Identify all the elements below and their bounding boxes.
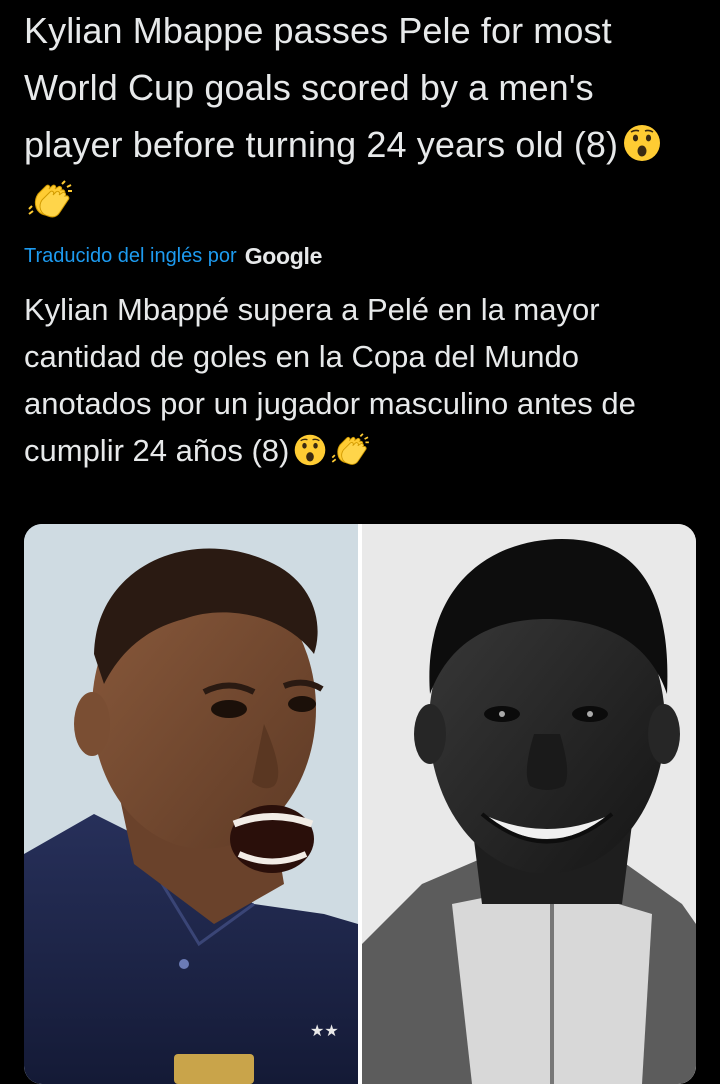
mbappe-photo-illustration: ★★ (24, 524, 358, 1084)
google-logo: Google (244, 242, 323, 269)
translation-attribution[interactable]: Traducido del inglés por Google (24, 238, 322, 274)
tweet-media[interactable]: ★★ (24, 524, 696, 1084)
clapping-hands-emoji-icon (331, 433, 371, 467)
tweet-translated-text-content: Kylian Mbappé supera a Pelé en la mayor … (24, 292, 636, 468)
tweet: Kylian Mbappe passes Pele for most World… (0, 0, 720, 1084)
tweet-original-text-content: Kylian Mbappe passes Pele for most World… (24, 10, 619, 165)
mbappe-photo[interactable]: ★★ (24, 524, 358, 1084)
clapping-hands-emoji-icon (28, 180, 74, 220)
tweet-original-text: Kylian Mbappe passes Pele for most World… (24, 2, 696, 230)
translation-label[interactable]: Traducido del inglés por (24, 245, 237, 268)
astonished-face-emoji-icon (293, 433, 327, 467)
astonished-face-emoji-icon (622, 123, 662, 163)
svg-text:★★: ★★ (310, 1021, 339, 1040)
tweet-translated-text: Kylian Mbappé supera a Pelé en la mayor … (24, 286, 704, 474)
pele-photo[interactable] (362, 524, 696, 1084)
pele-photo-illustration (362, 524, 696, 1084)
